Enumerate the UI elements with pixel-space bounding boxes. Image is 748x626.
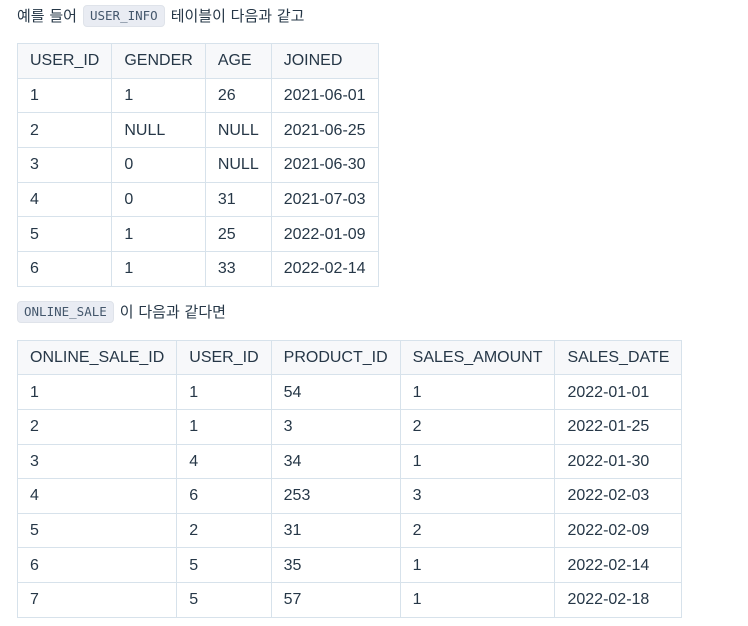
table-cell: 2021-06-30 [270, 147, 379, 183]
table-row: 2 NULL NULL 2021-06-25 [16, 112, 379, 149]
table-cell: 1 [176, 374, 272, 410]
table-cell: 1 [16, 374, 178, 410]
table-cell: 3 [270, 409, 401, 445]
column-header: AGE [204, 43, 272, 79]
table-cell: 1 [111, 251, 206, 287]
table-cell: 1 [399, 374, 556, 410]
table-row: 6 1 33 2022-02-14 [16, 251, 379, 287]
table-cell: 2022-02-09 [554, 512, 683, 549]
table-cell: 2021-07-03 [270, 181, 379, 218]
table-cell: 2022-02-14 [554, 547, 683, 583]
table-cell: 2 [16, 112, 113, 149]
table-cell: 2022-02-14 [270, 251, 379, 287]
table-cell: 6 [16, 547, 178, 583]
table-cell: 5 [176, 547, 272, 583]
table-cell: 35 [270, 547, 401, 583]
table-cell: 25 [204, 216, 272, 253]
table-row: 5 2 31 2 2022-02-09 [16, 512, 683, 549]
table-cell: 31 [270, 512, 401, 549]
table-cell: 3 [399, 478, 556, 514]
table-cell: 1 [176, 409, 272, 445]
table-cell: 2021-06-01 [270, 77, 379, 114]
content: 예를 들어 USER_INFO 테이블이 다음과 같고 USER_ID GENDE… [0, 0, 748, 618]
table-cell: 5 [16, 216, 113, 253]
table-cell: 1 [399, 581, 556, 618]
intro-paragraph-1: 예를 들어 USER_INFO 테이블이 다음과 같고 [17, 3, 748, 29]
column-header: JOINED [270, 43, 379, 79]
online-sale-table: ONLINE_SALE_ID USER_ID PRODUCT_ID SALES_AMO… [16, 339, 683, 618]
column-header: USER_ID [176, 339, 272, 376]
table-row: 1 1 54 1 2022-01-01 [16, 374, 683, 410]
table-cell: 253 [270, 478, 401, 514]
user-info-table: USER_ID GENDER AGE JOINED 1 1 26 2021-06-01 2 NU… [16, 43, 379, 287]
table-row: 4 0 31 2021-07-03 [16, 181, 379, 218]
table-cell: 57 [270, 581, 401, 618]
table-cell: 1 [111, 77, 206, 114]
intro-paragraph-2: ONLINE_SALE 이 다음과 같다면 [17, 299, 748, 325]
intro-text-before: 예를 들어 [17, 7, 77, 25]
table-cell: NULL [204, 147, 272, 183]
table-cell: 3 [16, 147, 113, 183]
table-row: 7 5 57 1 2022-02-18 [16, 581, 683, 618]
table-cell: 0 [111, 147, 206, 183]
intro-text-after-2: 이 다음과 같다면 [119, 302, 226, 321]
table-cell: 33 [204, 251, 272, 287]
table-cell: 2 [16, 409, 178, 445]
table-row: 2 1 3 2 2022-01-25 [16, 409, 683, 445]
table-cell: 5 [176, 581, 272, 618]
table-cell: 54 [270, 374, 401, 410]
table-cell: 2022-02-03 [554, 478, 683, 514]
table-cell: 34 [270, 443, 401, 480]
table-header-row: USER_ID GENDER AGE JOINED [16, 43, 379, 79]
table-cell: 2021-06-25 [270, 112, 379, 149]
table-cell: 2022-01-30 [554, 443, 683, 480]
column-header: SALES_AMOUNT [399, 339, 556, 376]
inline-code-user-info: USER_INFO [82, 5, 165, 27]
table-row: 4 6 253 3 2022-02-03 [16, 478, 683, 514]
table-cell: 1 [399, 443, 556, 480]
inline-code-online-sale: ONLINE_SALE [17, 300, 114, 323]
table-cell: 7 [16, 581, 178, 618]
column-header: USER_ID [16, 43, 113, 79]
table-cell: 3 [16, 443, 178, 480]
table-cell: 2022-02-18 [554, 581, 683, 618]
table-cell: 2 [399, 512, 556, 549]
table-cell: 2022-01-01 [554, 374, 683, 410]
column-header: PRODUCT_ID [270, 339, 401, 376]
table-cell: 4 [16, 478, 178, 514]
intro-text-after: 테이블이 다음과 같고 [170, 7, 305, 25]
column-header: ONLINE_SALE_ID [16, 339, 178, 376]
column-header: SALES_DATE [554, 339, 683, 376]
table-cell: NULL [204, 112, 272, 149]
table-cell: 2 [176, 512, 272, 549]
table-cell: 2022-01-09 [270, 216, 379, 253]
table-row: 6 5 35 1 2022-02-14 [16, 547, 683, 583]
table-cell: 2 [399, 409, 556, 445]
table-cell: NULL [111, 112, 206, 149]
table-row: 3 4 34 1 2022-01-30 [16, 443, 683, 480]
table-cell: 1 [16, 77, 113, 114]
table-cell: 4 [176, 443, 272, 480]
table-cell: 31 [204, 181, 272, 218]
table-cell: 0 [111, 181, 206, 218]
column-header: GENDER [111, 43, 206, 79]
table-row: 3 0 NULL 2021-06-30 [16, 147, 379, 183]
table-cell: 2022-01-25 [554, 409, 683, 445]
table-cell: 4 [16, 181, 113, 218]
table-cell: 6 [176, 478, 272, 514]
table-row: 5 1 25 2022-01-09 [16, 216, 379, 253]
table-row: 1 1 26 2021-06-01 [16, 77, 379, 114]
table-header-row: ONLINE_SALE_ID USER_ID PRODUCT_ID SALES_AMO… [16, 339, 683, 376]
table-cell: 1 [111, 216, 206, 253]
table-cell: 5 [16, 512, 178, 549]
table-cell: 26 [204, 77, 272, 114]
table-cell: 6 [16, 251, 113, 287]
table-cell: 1 [399, 547, 556, 583]
